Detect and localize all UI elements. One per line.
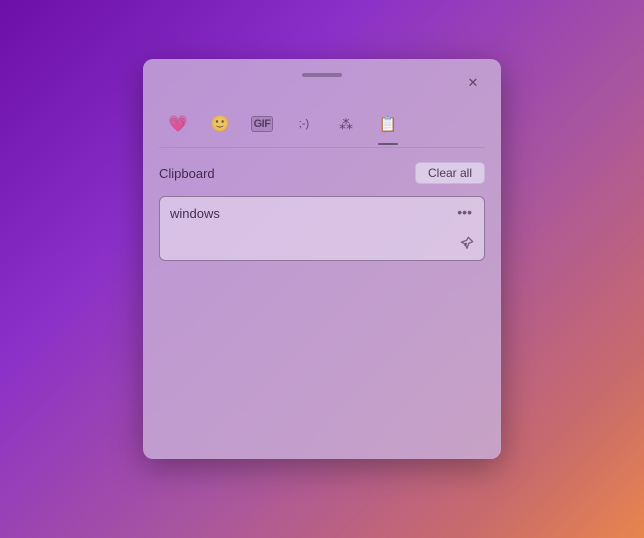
item-more-button[interactable]: ••• [453, 203, 476, 221]
section-title: Clipboard [159, 166, 215, 181]
clipboard-item-actions: ••• [453, 203, 476, 221]
clipboard-window: ✕ 💗 🙂 GIF ;-) ⁂ 📋 Clipboard Clear all wi… [143, 59, 501, 459]
title-bar: ✕ [143, 59, 501, 103]
clipboard-item-text: windows [170, 206, 220, 221]
content-area: Clipboard Clear all windows ••• [143, 148, 501, 459]
kaomoji-icon: ;-) [299, 118, 309, 130]
more-dots-icon: ••• [457, 204, 472, 220]
clear-all-button[interactable]: Clear all [415, 162, 485, 184]
close-button[interactable]: ✕ [459, 69, 487, 97]
tab-bar: 💗 🙂 GIF ;-) ⁂ 📋 [143, 103, 501, 143]
tab-gif[interactable]: GIF [243, 105, 281, 143]
clipboard-item[interactable]: windows ••• [159, 196, 485, 261]
clipboard-icon: 📋 [379, 115, 398, 133]
section-header: Clipboard Clear all [159, 162, 485, 184]
pin-icon [460, 236, 474, 250]
heart-icon: 💗 [168, 114, 188, 134]
tab-symbols[interactable]: ⁂ [327, 105, 365, 143]
tab-kaomoji[interactable]: ;-) [285, 105, 323, 143]
drag-handle [302, 73, 342, 77]
symbols-icon: ⁂ [339, 116, 353, 133]
pin-button[interactable] [458, 234, 476, 254]
smile-icon: 🙂 [210, 114, 230, 134]
tab-emoji-kaomoji[interactable]: 💗 [159, 105, 197, 143]
gif-icon: GIF [251, 116, 274, 132]
tab-emoji[interactable]: 🙂 [201, 105, 239, 143]
tab-clipboard[interactable]: 📋 [369, 105, 407, 143]
